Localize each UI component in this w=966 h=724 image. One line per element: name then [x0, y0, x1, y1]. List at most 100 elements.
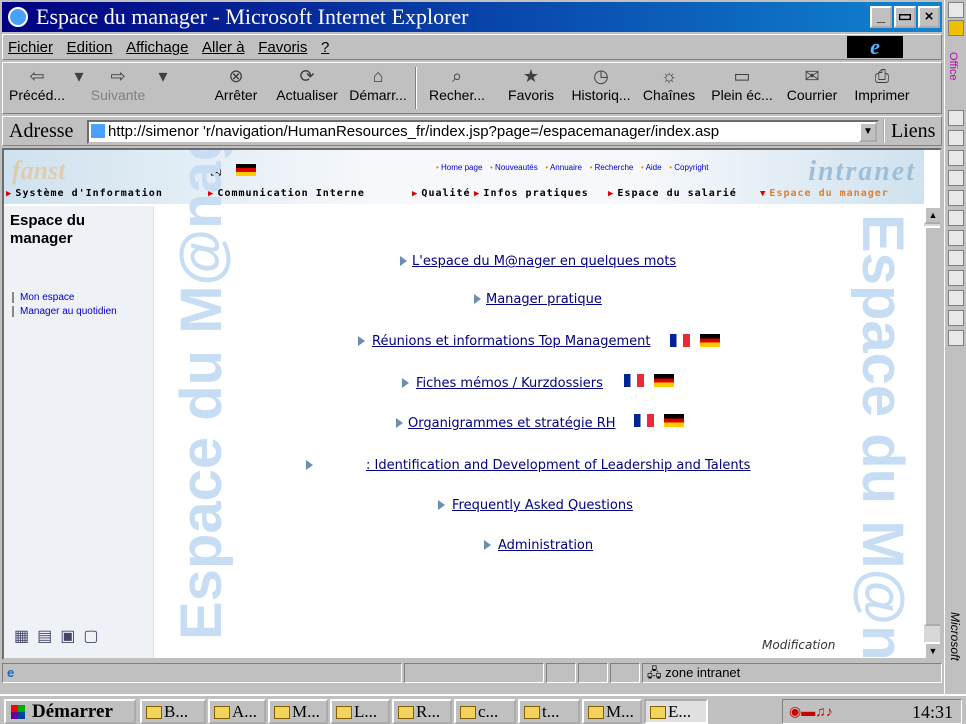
office-app-icon[interactable] — [948, 210, 964, 226]
clock[interactable]: 14:31 — [912, 702, 953, 723]
flag-fr-icon[interactable] — [624, 374, 644, 387]
topnav-search[interactable]: Recherche — [590, 163, 634, 172]
flag-de-icon[interactable] — [700, 334, 720, 347]
link-reunions-top-management[interactable]: Réunions et informations Top Management — [372, 334, 651, 349]
taskbar-item-active[interactable]: E... — [644, 699, 708, 724]
topnav-news[interactable]: Nouveautés — [490, 163, 538, 172]
taskbar-item[interactable]: M... — [268, 699, 328, 724]
link-administration[interactable]: Administration — [498, 538, 593, 553]
address-dropdown[interactable]: ▼ — [859, 122, 877, 142]
office-app-icon[interactable] — [948, 20, 964, 36]
search-button[interactable]: ⌕ Recher... — [427, 65, 487, 111]
fullscreen-button[interactable]: ▭ Plein éc... — [709, 65, 775, 111]
link-espace-quelques-mots[interactable]: L'espace du M@nager en quelques mots — [412, 254, 676, 269]
channels-label: Chaînes — [642, 87, 696, 103]
menu-favoris[interactable]: Favoris — [253, 35, 312, 60]
close-button[interactable]: × — [918, 6, 940, 28]
section-qualite[interactable]: Qualité — [412, 188, 471, 199]
link-faq[interactable]: Frequently Asked Questions — [452, 498, 633, 513]
flag-de-icon[interactable] — [654, 374, 674, 387]
taskbar: Démarrer B... A... M... L... R... c... t… — [0, 694, 966, 724]
taskbar-item[interactable]: M... — [582, 699, 642, 724]
office-app-icon[interactable] — [948, 2, 964, 18]
forward-arrow-icon: ⇨ — [110, 66, 126, 86]
office-app-icon[interactable] — [948, 310, 964, 326]
scroll-down-button[interactable]: ▼ — [924, 642, 940, 658]
office-app-icon[interactable] — [948, 290, 964, 306]
sidebar-item-mon-espace[interactable]: Mon espace — [12, 292, 74, 303]
title-bar[interactable]: Espace du manager - Microsoft Internet E… — [2, 2, 942, 32]
start-button[interactable]: Démarrer — [4, 699, 136, 724]
banner: fanst ✉ intranet Home page Nouveautés An… — [4, 150, 924, 204]
toolbar: ⇦ Précéd... ▾ ⇨ Suivante ▾ ⊗ Arrêter ⟳ Actua… — [2, 62, 942, 114]
office-app-icon[interactable] — [948, 230, 964, 246]
favorites-button[interactable]: ★ Favoris — [503, 65, 559, 111]
word-icon[interactable] — [948, 130, 964, 146]
office-app-icon[interactable] — [948, 110, 964, 126]
modification-label[interactable]: Modification — [762, 638, 835, 652]
stop-button[interactable]: ⊗ Arrêter — [211, 65, 261, 111]
taskbar-item[interactable]: B... — [140, 699, 206, 724]
scroll-thumb[interactable] — [924, 226, 940, 626]
window-title: Espace du manager - Microsoft Internet E… — [36, 4, 469, 29]
menu-help[interactable]: ? — [316, 35, 334, 60]
forward-button[interactable]: ⇨ Suivante — [87, 65, 149, 111]
office-app-icon[interactable] — [948, 250, 964, 266]
topnav-copyright[interactable]: Copyright — [669, 163, 708, 172]
taskbar-item[interactable]: R... — [392, 699, 452, 724]
link-manager-pratique[interactable]: Manager pratique — [486, 292, 602, 307]
section-infos-pratiques[interactable]: Infos pratiques — [474, 188, 589, 199]
link-fiches-memos[interactable]: Fiches mémos / Kurzdossiers — [416, 376, 603, 391]
taskbar-item[interactable]: L... — [330, 699, 390, 724]
maximize-button[interactable]: ▭ — [894, 6, 916, 28]
excel-icon[interactable] — [948, 150, 964, 166]
bullet-arrow-icon — [306, 460, 313, 470]
forward-dropdown[interactable]: ▾ — [151, 65, 167, 111]
office-label: Office — [947, 52, 959, 81]
taskbar-item[interactable]: c... — [454, 699, 516, 724]
sidebar-item-manager-quotidien[interactable]: Manager au quotidien — [12, 306, 117, 317]
status-main: e — [2, 663, 402, 683]
sidebar-tool-icons[interactable]: ▦▤▣▢ — [14, 626, 106, 646]
address-input[interactable]: http://simenor 'r/navigation/HumanResour… — [87, 120, 879, 144]
topnav-help[interactable]: Aide — [641, 163, 662, 172]
scroll-up-button[interactable]: ▲ — [924, 206, 940, 224]
link-leadership-talents[interactable]: : Identification and Development of Lead… — [366, 458, 750, 473]
link-organigrammes[interactable]: Organigrammes et stratégie RH — [408, 416, 616, 431]
status-zone-label: zone intranet — [665, 665, 741, 680]
flag-fr-icon[interactable] — [670, 334, 690, 347]
section-systeme-information[interactable]: Système d'Information — [6, 188, 163, 199]
office-app-icon[interactable] — [948, 270, 964, 286]
taskbar-item[interactable]: A... — [208, 699, 266, 724]
home-button[interactable]: ⌂ Démarr... — [347, 65, 409, 111]
taskbar-item[interactable]: t... — [518, 699, 580, 724]
history-button[interactable]: ◷ Historiq... — [569, 65, 633, 111]
tray-icon[interactable]: ◉▬♫♪ — [789, 703, 833, 720]
refresh-button[interactable]: ⟳ Actualiser — [273, 65, 341, 111]
section-espace-manager[interactable]: Espace du manager — [760, 188, 889, 199]
channels-button[interactable]: ☼ Chaînes — [639, 65, 699, 111]
menu-edition[interactable]: Edition — [62, 35, 118, 60]
vertical-scrollbar[interactable]: ▲ ▼ — [924, 206, 940, 658]
back-button[interactable]: ⇦ Précéd... — [9, 65, 65, 111]
office-app-icon[interactable] — [948, 330, 964, 346]
menu-affichage[interactable]: Affichage — [121, 35, 193, 60]
back-label: Précéd... — [9, 87, 66, 103]
topnav-home[interactable]: Home page — [436, 163, 482, 172]
flag-fr-icon[interactable] — [634, 414, 654, 427]
flag-de-icon[interactable] — [664, 414, 684, 427]
office-app-icon[interactable] — [948, 190, 964, 206]
topnav-directory[interactable]: Annuaire — [545, 163, 582, 172]
stop-label: Arrêter — [214, 87, 258, 103]
minimize-button[interactable]: _ — [870, 6, 892, 28]
office-app-icon[interactable] — [948, 170, 964, 186]
mail-button[interactable]: ✉ Courrier — [781, 65, 843, 111]
links-button[interactable]: Liens — [883, 119, 935, 143]
section-espace-salarie[interactable]: Espace du salarié — [608, 188, 737, 199]
print-button[interactable]: ⎙ Imprimer — [849, 65, 915, 111]
back-dropdown[interactable]: ▾ — [67, 65, 83, 111]
menu-fichier[interactable]: Fichier — [3, 35, 58, 60]
section-nav: Système d'Information Communication Inte… — [4, 186, 924, 202]
bullet-arrow-icon — [402, 378, 409, 388]
menu-aller-a[interactable]: Aller à — [197, 35, 250, 60]
